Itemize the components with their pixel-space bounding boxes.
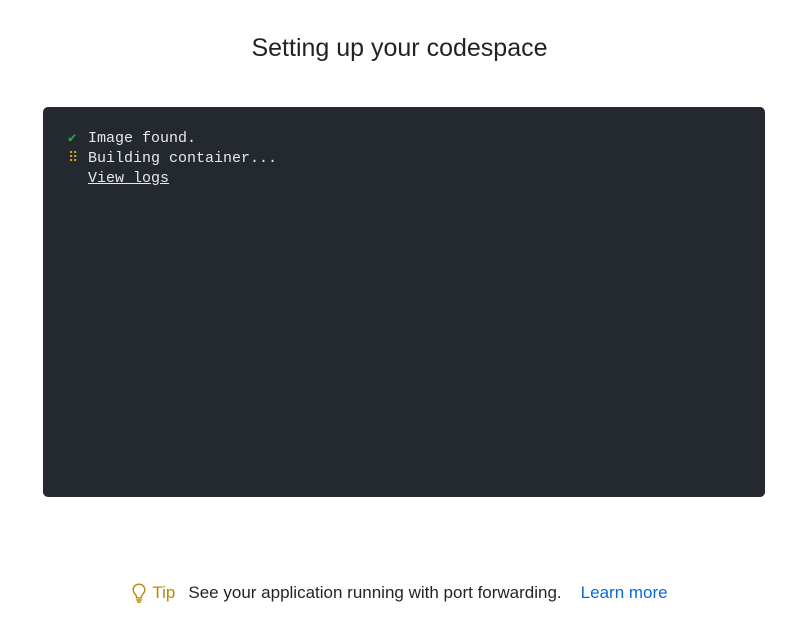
log-line-text: Image found. [88, 130, 197, 147]
log-line-text: Building container... [88, 150, 278, 167]
tip-label: Tip [152, 583, 176, 602]
check-icon: ✔ [68, 131, 77, 147]
view-logs-link[interactable]: View logs [88, 169, 169, 189]
tip-text: See your application running with port f… [188, 583, 562, 602]
spinner-icon: ⠿ [68, 151, 79, 167]
learn-more-link[interactable]: Learn more [581, 582, 668, 604]
setup-log-terminal: ✔ Image found. ⠿ Building container... V… [43, 107, 765, 497]
tip-banner: Tip See your application running with po… [0, 582, 799, 604]
lightbulb-icon [131, 582, 147, 604]
codespace-setup-page: Setting up your codespace ✔ Image found.… [0, 0, 799, 619]
log-line-building-container: ⠿ Building container... [68, 149, 765, 169]
log-line-view-logs: View logs [68, 169, 765, 189]
page-title: Setting up your codespace [251, 34, 548, 62]
log-line-image-found: ✔ Image found. [68, 129, 765, 149]
